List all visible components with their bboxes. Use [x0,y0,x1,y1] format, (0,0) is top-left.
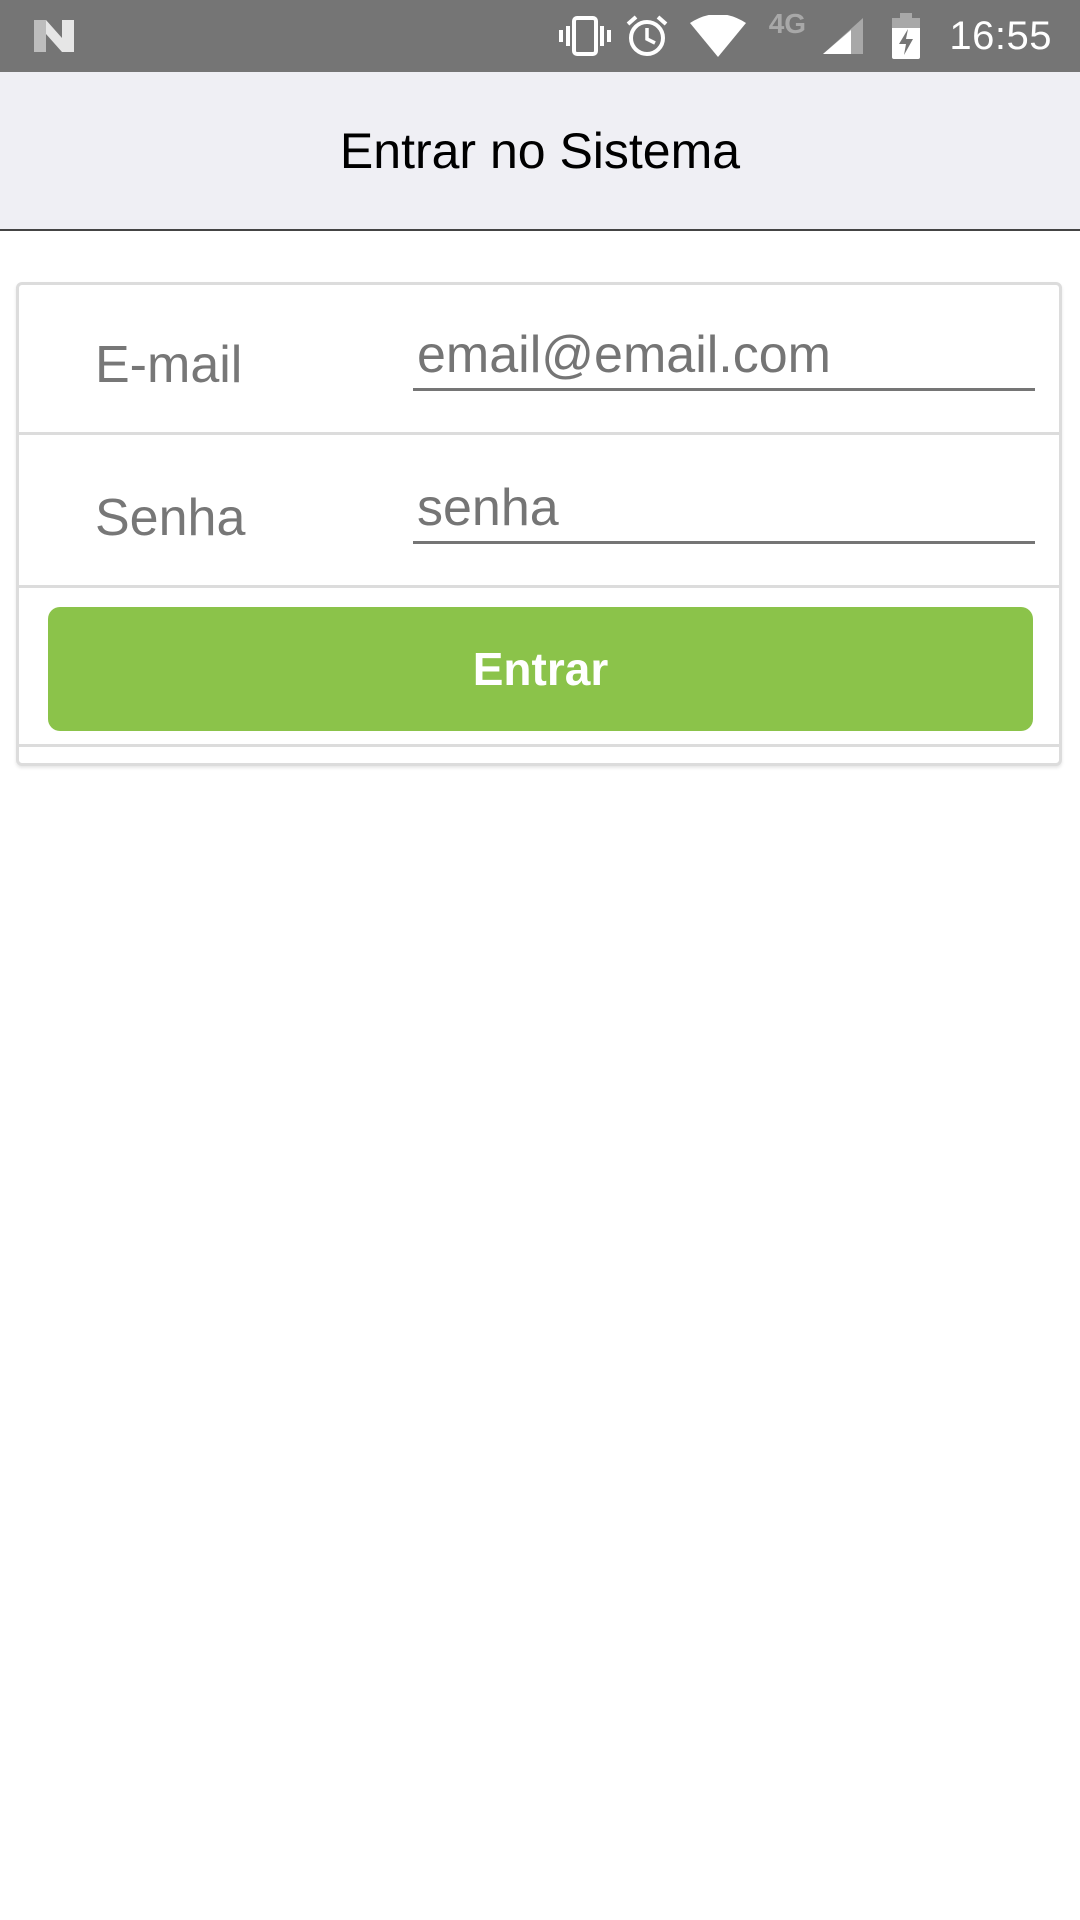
alarm-icon [623,0,671,72]
signal-icon [819,0,867,72]
status-bar: 4G 16:55 [0,0,1080,72]
password-label: Senha [95,489,246,547]
n-logo-icon [32,18,76,54]
wifi-icon [687,0,749,72]
email-input[interactable] [413,321,1035,391]
login-form-card: E-mail Senha Entrar [16,282,1062,766]
email-label: E-mail [95,336,243,394]
network-type-label: 4G [768,8,807,39]
app-header: Entrar no Sistema [0,72,1080,231]
password-row: Senha [19,438,1059,588]
vibrate-icon [557,0,613,72]
status-time: 16:55 [949,13,1052,58]
enter-button[interactable]: Entrar [48,607,1033,731]
battery-charging-icon [891,0,921,72]
submit-row: Entrar [19,591,1059,747]
page-title: Entrar no Sistema [339,122,741,179]
email-row: E-mail [19,285,1059,435]
password-input[interactable] [413,474,1035,544]
